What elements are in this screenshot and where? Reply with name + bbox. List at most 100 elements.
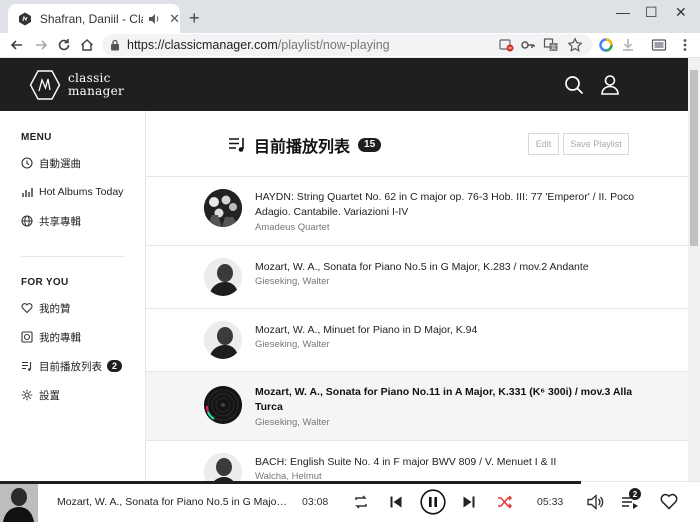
previous-track-icon[interactable]	[389, 495, 403, 509]
organist-portrait-icon	[204, 453, 242, 481]
sidebar-item-now-playing[interactable]: 目前播放列表 2	[21, 358, 123, 374]
sidebar-item-my-albums[interactable]: 我的專輯	[21, 329, 81, 345]
track-row[interactable]: HAYDN: String Quartet No. 62 in C major …	[146, 177, 688, 246]
page-title: 目前播放列表 15	[228, 133, 382, 157]
total-time: 05:33	[537, 496, 564, 508]
page-title-text: 目前播放列表	[254, 139, 351, 156]
logo-text[interactable]: classic manager	[68, 72, 124, 97]
browser-tab[interactable]: Shafran, Daniil - ClassicManager ✕	[8, 4, 180, 33]
track-row-active[interactable]: Mozart, W. A., Sonata for Piano No.11 in…	[146, 372, 688, 441]
sidebar-item-shared-albums[interactable]: 共享專輯	[21, 213, 81, 229]
sidebar-item-label: Hot Albums Today	[39, 186, 124, 198]
album-icon	[21, 331, 33, 343]
forward-icon[interactable]	[33, 37, 49, 53]
logo-line-1: classic	[68, 71, 111, 85]
bar-chart-icon	[22, 188, 33, 197]
track-title: Mozart, W. A., Minuet for Piano in D Maj…	[255, 324, 478, 336]
url-text: https://classicmanager.com/playlist/now-…	[127, 38, 390, 52]
download-extension-icon[interactable]	[620, 37, 636, 53]
edit-button[interactable]: Edit	[528, 133, 559, 155]
blocked-content-icon[interactable]	[498, 37, 514, 53]
track-artwork	[204, 453, 242, 481]
site-favicon-icon	[18, 12, 31, 25]
sidebar-item-auto-select[interactable]: 自動選曲	[21, 155, 81, 171]
auto-select-icon	[21, 157, 33, 169]
sidebar-item-label: 設置	[39, 389, 60, 402]
pianist-portrait-icon	[204, 258, 242, 296]
page-scrollbar-thumb[interactable]	[690, 70, 698, 246]
track-row[interactable]: Mozart, W. A., Minuet for Piano in D Maj…	[146, 309, 688, 372]
for-you-heading: FOR YOU	[21, 277, 69, 288]
heart-icon	[21, 303, 33, 314]
sidebar-item-label: 共享專輯	[39, 215, 81, 228]
sidebar-item-label: 我的專輯	[39, 331, 81, 344]
new-tab-button[interactable]: +	[189, 8, 200, 29]
pianist-portrait-icon	[204, 321, 242, 359]
sidebar: MENU 自動選曲 Hot Albums Today 共享專輯 FOR YOU …	[0, 111, 146, 481]
repeat-icon[interactable]	[353, 494, 369, 510]
track-title: Mozart, W. A., Sonata for Piano No.5 in …	[255, 261, 589, 273]
key-icon[interactable]	[520, 37, 536, 53]
sidebar-item-hot-albums[interactable]: Hot Albums Today	[21, 184, 123, 200]
pianist-portrait-icon	[0, 482, 38, 522]
now-playing-count-badge: 2	[107, 360, 123, 372]
classic-manager-logo-icon[interactable]	[29, 70, 61, 100]
sidebar-item-label: 目前播放列表	[39, 360, 102, 373]
track-artist: Amadeus Quartet	[255, 222, 330, 233]
queue-count-badge: 2	[629, 488, 641, 500]
now-playing-artwork[interactable]	[0, 482, 38, 522]
maximize-icon[interactable]: ☐	[645, 4, 658, 21]
sidebar-item-label: 自動選曲	[39, 157, 81, 170]
menu-heading: MENU	[21, 132, 52, 143]
elapsed-time: 03:08	[302, 496, 329, 508]
track-title: HAYDN: String Quartet No. 62 in C major …	[255, 191, 635, 218]
track-count-badge: 15	[358, 138, 382, 152]
tab-close-icon[interactable]: ✕	[169, 11, 180, 27]
minimize-icon[interactable]: —	[616, 4, 630, 20]
reload-icon[interactable]	[56, 37, 72, 53]
logo-line-2: manager	[68, 84, 125, 98]
extension-ring-icon[interactable]	[598, 37, 614, 53]
url-host: https://classicmanager.com	[127, 38, 278, 52]
search-icon[interactable]	[564, 75, 584, 95]
address-bar[interactable]: https://classicmanager.com/playlist/now-…	[102, 34, 592, 56]
back-icon[interactable]	[9, 37, 25, 53]
svg-text:文: 文	[550, 44, 556, 52]
track-row[interactable]: Mozart, W. A., Sonata for Piano No.5 in …	[146, 246, 688, 309]
screenshot-extension-icon[interactable]	[651, 37, 667, 53]
window-close-icon[interactable]: ✕	[675, 4, 687, 21]
tab-title: Shafran, Daniil - ClassicManager	[39, 11, 143, 26]
track-title: BACH: English Suite No. 4 in F major BWV…	[255, 456, 557, 468]
like-heart-icon[interactable]	[660, 493, 678, 510]
track-title: Mozart, W. A., Sonata for Piano No.11 in…	[255, 386, 633, 413]
bookmark-star-icon[interactable]	[567, 37, 583, 53]
track-artwork	[204, 189, 242, 227]
track-row[interactable]: BACH: English Suite No. 4 in F major BWV…	[146, 441, 688, 481]
tab-audio-icon[interactable]	[147, 12, 161, 26]
sidebar-item-settings[interactable]: 設置	[21, 387, 60, 403]
pause-button[interactable]	[420, 489, 446, 515]
playback-progress-bar[interactable]	[0, 481, 582, 484]
track-artwork	[204, 321, 242, 359]
url-path: /playlist/now-playing	[277, 38, 390, 52]
vinyl-record-icon	[204, 386, 242, 424]
translate-icon[interactable]: 文	[543, 37, 559, 53]
home-icon[interactable]	[79, 37, 95, 53]
volume-icon[interactable]	[586, 493, 604, 511]
save-playlist-button[interactable]: Save Playlist	[563, 133, 629, 155]
sidebar-item-my-likes[interactable]: 我的贊	[21, 300, 71, 316]
user-icon[interactable]	[600, 74, 620, 95]
playlist-panel: 目前播放列表 15 Edit Save Playlist HAYDN: Stri…	[146, 111, 688, 481]
gear-icon	[21, 389, 33, 401]
browser-menu-icon[interactable]	[677, 37, 693, 53]
app-header: classic manager	[0, 58, 688, 111]
now-playing-title[interactable]: Mozart, W. A., Sonata for Piano No.5 in …	[57, 496, 289, 508]
sidebar-divider	[21, 256, 125, 257]
next-track-icon[interactable]	[462, 495, 476, 509]
playlist-icon	[22, 361, 32, 371]
shuffle-icon[interactable]	[497, 494, 513, 510]
track-artist: Gieseking, Walter	[255, 339, 330, 350]
track-artist: Walcha, Helmut	[255, 471, 322, 481]
browser-tab-strip: Shafran, Daniil - ClassicManager ✕ + — ☐…	[0, 0, 700, 33]
lock-icon[interactable]	[110, 39, 120, 51]
